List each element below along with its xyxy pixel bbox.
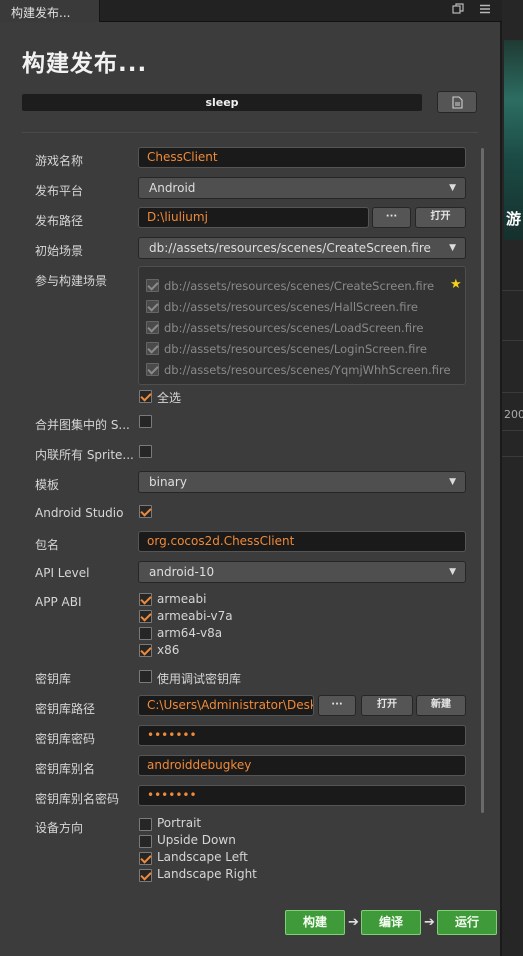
scene-item: db://assets/resources/scenes/LoginScreen… — [164, 342, 427, 356]
inline-sprite-label: 内联所有 Sprite... — [35, 448, 134, 462]
inline-sprite-checkbox[interactable] — [139, 445, 152, 458]
orientation-option: Upside Down — [157, 833, 236, 847]
chevron-down-icon: ▼ — [449, 567, 456, 577]
tab-bar: 构建发布... — [0, 0, 502, 22]
scene-checkbox[interactable] — [146, 300, 159, 313]
select-all-label: 全选 — [157, 391, 182, 405]
scene-checkbox[interactable] — [146, 363, 159, 376]
restore-icon[interactable] — [450, 3, 466, 19]
arrow-right-icon: ➔ — [424, 915, 435, 930]
game-name-input[interactable]: ChessClient — [138, 147, 466, 168]
open-path-button[interactable]: 打开 — [415, 207, 466, 228]
debug-keystore-checkbox[interactable] — [139, 670, 152, 683]
chevron-down-icon: ▼ — [449, 477, 456, 487]
api-level-select[interactable]: android-10 ▼ — [138, 561, 466, 583]
keystore-password-input[interactable]: ••••••• — [138, 725, 466, 746]
debug-keystore-label: 使用调试密钥库 — [157, 672, 242, 686]
background-panel: 游 200 — [502, 0, 523, 956]
run-button[interactable]: 运行 — [437, 910, 497, 935]
divider — [22, 132, 478, 133]
key-alias-input[interactable]: androiddebugkey — [138, 755, 466, 776]
key-alias-password-input[interactable]: ••••••• — [138, 785, 466, 806]
compile-button[interactable]: 编译 — [361, 910, 421, 935]
scene-checkbox[interactable] — [146, 279, 159, 292]
orientation-label: 设备方向 — [35, 821, 84, 835]
scene-list: db://assets/resources/scenes/CreateScree… — [138, 266, 466, 385]
platform-value: Android — [149, 181, 196, 195]
scenes-label: 参与构建场景 — [35, 274, 108, 288]
api-level-label: API Level — [35, 566, 90, 580]
chevron-down-icon: ▼ — [449, 183, 456, 193]
merge-atlas-checkbox[interactable] — [139, 415, 152, 428]
orientation-checkbox-upside-down[interactable] — [139, 835, 152, 848]
orientation-checkbox-portrait[interactable] — [139, 818, 152, 831]
build-path-input[interactable]: D:\liuliumj — [138, 207, 369, 228]
preview-glyph: 游 — [506, 210, 522, 228]
orientation-option: Landscape Left — [157, 850, 248, 864]
document-icon — [451, 96, 463, 109]
api-level-value: android-10 — [149, 565, 215, 579]
keystore-label: 密钥库 — [35, 672, 72, 686]
build-panel: 构建发布... sleep 游戏名称 ChessClient 发布平台 Andr… — [0, 22, 502, 956]
merge-atlas-label: 合并图集中的 S... — [35, 418, 130, 432]
platform-select[interactable]: Android ▼ — [138, 177, 466, 199]
menu-icon[interactable] — [477, 3, 493, 19]
keystore-password-label: 密钥库密码 — [35, 732, 96, 746]
android-studio-checkbox[interactable] — [139, 505, 152, 518]
tab-title: 构建发布... — [11, 6, 71, 20]
package-input[interactable]: org.cocos2d.ChessClient — [138, 531, 466, 552]
select-all-checkbox[interactable] — [139, 390, 152, 403]
game-name-label: 游戏名称 — [35, 154, 84, 168]
android-studio-label: Android Studio — [35, 506, 124, 520]
scene-item: db://assets/resources/scenes/LoadScreen.… — [164, 321, 424, 335]
orientation-checkbox-landscape-left[interactable] — [139, 852, 152, 865]
new-keystore-button[interactable]: 新建 — [416, 695, 466, 716]
package-label: 包名 — [35, 538, 60, 552]
abi-checkbox-armeabi[interactable] — [139, 593, 152, 606]
key-alias-label: 密钥库别名 — [35, 762, 96, 776]
start-scene-value: db://assets/resources/scenes/CreateScree… — [149, 241, 431, 255]
abi-checkbox-armeabi-v7a[interactable] — [139, 610, 152, 623]
keystore-path-label: 密钥库路径 — [35, 702, 96, 716]
scrollbar[interactable] — [481, 148, 484, 813]
build-button[interactable]: 构建 — [285, 910, 345, 935]
page-title: 构建发布... — [22, 51, 148, 77]
browse-path-button[interactable]: ··· — [372, 207, 411, 228]
scene-item: db://assets/resources/scenes/CreateScree… — [164, 279, 435, 293]
key-alias-password-label: 密钥库别名密码 — [35, 792, 120, 806]
abi-checkbox-arm64-v8a[interactable] — [139, 627, 152, 640]
build-path-label: 发布路径 — [35, 214, 84, 228]
abi-option: arm64-v8a — [157, 626, 223, 640]
start-scene-select[interactable]: db://assets/resources/scenes/CreateScree… — [138, 237, 466, 259]
orientation-option: Landscape Right — [157, 867, 257, 881]
abi-option: armeabi — [157, 592, 207, 606]
abi-checkbox-x86[interactable] — [139, 644, 152, 657]
orientation-option: Portrait — [157, 816, 202, 830]
scene-checkbox[interactable] — [146, 342, 159, 355]
scene-checkbox[interactable] — [146, 321, 159, 334]
tab-build-publish[interactable]: 构建发布... — [0, 0, 100, 22]
star-icon: ★ — [450, 277, 462, 292]
orientation-checkbox-landscape-right[interactable] — [139, 869, 152, 882]
browse-keystore-button[interactable]: ··· — [318, 695, 356, 716]
scene-item: db://assets/resources/scenes/HallScreen.… — [164, 300, 418, 314]
open-keystore-button[interactable]: 打开 — [361, 695, 413, 716]
start-scene-label: 初始场景 — [35, 244, 84, 258]
background-number: 200 — [504, 408, 523, 421]
arrow-right-icon: ➔ — [348, 915, 359, 930]
open-doc-button[interactable] — [437, 91, 477, 113]
platform-label: 发布平台 — [35, 184, 84, 198]
abi-option: armeabi-v7a — [157, 609, 233, 623]
build-name-bar: sleep — [22, 94, 422, 111]
template-label: 模板 — [35, 478, 60, 492]
chevron-down-icon: ▼ — [449, 243, 456, 253]
abi-option: x86 — [157, 643, 180, 657]
app-abi-label: APP ABI — [35, 595, 82, 609]
template-select[interactable]: binary ▼ — [138, 471, 466, 493]
keystore-path-input[interactable]: C:\Users\Administrator\Desktc — [138, 695, 314, 716]
template-value: binary — [149, 475, 187, 489]
scene-item: db://assets/resources/scenes/YqmjWhhScre… — [164, 363, 451, 377]
